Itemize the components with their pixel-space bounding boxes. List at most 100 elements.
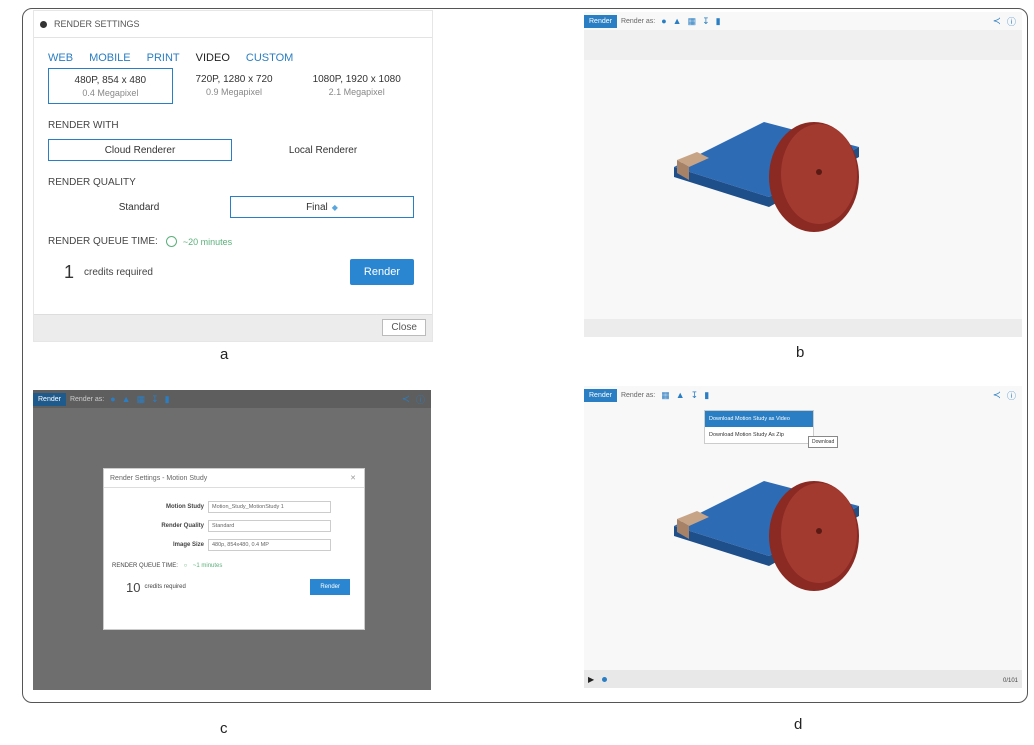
format-tabs: WEB MOBILE PRINT VIDEO CUSTOM xyxy=(34,38,432,64)
play-icon[interactable]: ▶ xyxy=(588,675,594,684)
viewer-toolbar: Render Render as: ▦ ▲ ↧ ▮ ≺ ⓘ xyxy=(584,386,1022,404)
credits-label: credits required xyxy=(84,266,153,278)
dialog-header: Render Settings - Motion Study ✕ xyxy=(104,469,364,488)
tab-custom[interactable]: CUSTOM xyxy=(246,52,293,64)
queue-label: RENDER QUEUE TIME: xyxy=(112,563,178,569)
tab-mobile[interactable]: MOBILE xyxy=(89,52,131,64)
resolution-label: 480P, 854 x 480 xyxy=(74,74,147,86)
info-icon[interactable]: ⓘ xyxy=(1007,15,1016,28)
render-as-label: Render as: xyxy=(620,17,656,25)
share-icon[interactable]: ≺ xyxy=(402,394,410,405)
info-icon[interactable]: ⓘ xyxy=(1007,389,1016,402)
robot-model xyxy=(674,481,859,591)
quality-final-option[interactable]: Final ◆ xyxy=(230,196,414,218)
image-icon[interactable]: ▦ xyxy=(661,390,670,401)
download-zip-item[interactable]: Download Motion Study As Zip xyxy=(705,427,813,443)
diamond-icon: ◆ xyxy=(331,202,338,212)
download-tooltip: Download xyxy=(808,436,839,448)
trash-icon[interactable]: ▮ xyxy=(704,390,709,401)
caption-b: b xyxy=(796,344,805,361)
trash-icon[interactable]: ▮ xyxy=(716,16,721,27)
clock-icon xyxy=(165,236,177,247)
viewer-toolbar: Render Render as: ● ▲ ▦ ↧ ▮ ≺ ⓘ xyxy=(584,12,1022,30)
wheel-hub xyxy=(816,528,822,534)
resolution-720p[interactable]: 720P, 1280 x 720 0.9 Megapixel xyxy=(173,68,296,102)
download-video-item[interactable]: Download Motion Study as Video xyxy=(705,411,813,427)
motion-study-select[interactable]: Motion_Study_MotionStudy 1 xyxy=(208,501,331,513)
render-button[interactable]: Render xyxy=(584,14,617,28)
credits-row: 10 credits required Render xyxy=(126,579,364,595)
queue-time: ~20 minutes xyxy=(182,236,233,247)
credits-count: 1 xyxy=(64,261,75,282)
close-icon[interactable]: ✕ xyxy=(350,474,356,482)
render-settings-title: RENDER SETTINGS xyxy=(54,19,140,29)
field-label: Motion Study xyxy=(166,504,204,510)
renderer-selector: Cloud Renderer Local Renderer xyxy=(48,139,414,161)
dialog-title: Render Settings - Motion Study xyxy=(110,474,208,482)
tab-web[interactable]: WEB xyxy=(48,52,73,64)
image-size-row: Image Size 480p, 854x480, 0.4 MP xyxy=(104,539,364,551)
render-queue-row: RENDER QUEUE TIME: ~20 minutes xyxy=(48,236,432,247)
playback-bar: ▶ 0/101 xyxy=(584,670,1022,688)
viewer-panel-c: Render Render as: ● ▲ ▦ ↧ ▮ ≺ ⓘ Render S… xyxy=(33,390,431,690)
queue-time: ~1 minutes xyxy=(192,563,223,569)
download-icon[interactable]: ↧ xyxy=(702,16,710,27)
render-settings-panel: RENDER SETTINGS WEB MOBILE PRINT VIDEO C… xyxy=(33,10,433,342)
wheel-hub xyxy=(816,169,822,175)
viewer-panel-b: Render Render as: ● ▲ ▦ ↧ ▮ ≺ ⓘ xyxy=(584,12,1022,337)
render-button[interactable]: Render xyxy=(349,259,414,285)
print-icon[interactable]: ▲ xyxy=(676,390,685,400)
render-quality-select[interactable]: Standard xyxy=(208,520,331,532)
resolution-480p[interactable]: 480P, 854 x 480 0.4 Megapixel xyxy=(48,68,173,104)
render-settings-dialog: Render Settings - Motion Study ✕ Motion … xyxy=(103,468,365,630)
resolution-megapixel: 0.4 Megapixel xyxy=(82,87,139,98)
robot-model xyxy=(674,122,859,232)
render-as-label: Render as: xyxy=(620,391,656,399)
dialog-footer: Close xyxy=(34,314,432,341)
image-size-select[interactable]: 480p, 854x480, 0.4 MP xyxy=(208,539,331,551)
download-icon[interactable]: ↧ xyxy=(151,394,159,405)
close-button[interactable]: Close xyxy=(382,319,426,336)
cloud-renderer-option[interactable]: Cloud Renderer xyxy=(48,139,232,161)
motion-study-row: Motion Study Motion_Study_MotionStudy 1 xyxy=(104,501,364,513)
resolution-megapixel: 0.9 Megapixel xyxy=(205,86,263,97)
field-label: Image Size xyxy=(172,542,204,548)
render-as-label: Render as: xyxy=(69,395,105,403)
trash-icon[interactable]: ▮ xyxy=(165,394,170,405)
viewer-panel-d: Render Render as: ▦ ▲ ↧ ▮ ≺ ⓘ Download M… xyxy=(584,386,1022,688)
viewer-toolbar: Render Render as: ● ▲ ▦ ↧ ▮ ≺ ⓘ xyxy=(33,390,431,408)
share-icon[interactable]: ≺ xyxy=(993,16,1001,27)
field-label: Render Quality xyxy=(161,523,204,529)
caption-a: a xyxy=(220,346,229,363)
local-renderer-option[interactable]: Local Renderer xyxy=(232,139,414,161)
render-button[interactable]: Render xyxy=(33,392,66,406)
print-icon[interactable]: ▲ xyxy=(122,394,131,404)
settings-bullet-icon xyxy=(40,20,47,28)
frame-counter: 0/101 xyxy=(1002,678,1018,684)
render-button[interactable]: Render xyxy=(584,388,617,402)
resolution-megapixel: 2.1 Megapixel xyxy=(328,86,385,97)
viewer-bottom-bar xyxy=(584,319,1022,337)
caption-c: c xyxy=(220,720,228,737)
timeline-handle[interactable] xyxy=(602,677,607,682)
quality-standard-option[interactable]: Standard xyxy=(48,196,230,218)
tab-print[interactable]: PRINT xyxy=(147,52,180,64)
render-quality-row: Render Quality Standard xyxy=(104,520,364,532)
image-icon[interactable]: ▦ xyxy=(137,394,146,405)
video-icon[interactable]: ● xyxy=(661,16,666,26)
print-icon[interactable]: ▲ xyxy=(673,16,682,26)
quality-selector: Standard Final ◆ xyxy=(48,196,414,218)
video-icon[interactable]: ● xyxy=(110,394,115,404)
image-icon[interactable]: ▦ xyxy=(688,16,697,27)
render-quality-heading: RENDER QUALITY xyxy=(48,177,136,188)
render-queue-row: RENDER QUEUE TIME: ○ ~1 minutes xyxy=(112,563,364,569)
info-icon[interactable]: ⓘ xyxy=(416,393,425,406)
tab-video[interactable]: VIDEO xyxy=(196,52,230,64)
credits-label: credits required xyxy=(144,584,186,590)
credits-count: 10 xyxy=(126,579,141,595)
resolution-1080p[interactable]: 1080P, 1920 x 1080 2.1 Megapixel xyxy=(295,68,418,102)
credits-row: 1 credits required Render xyxy=(64,259,414,285)
share-icon[interactable]: ≺ xyxy=(993,390,1001,401)
download-icon[interactable]: ↧ xyxy=(691,390,699,401)
render-button[interactable]: Render xyxy=(310,579,350,595)
